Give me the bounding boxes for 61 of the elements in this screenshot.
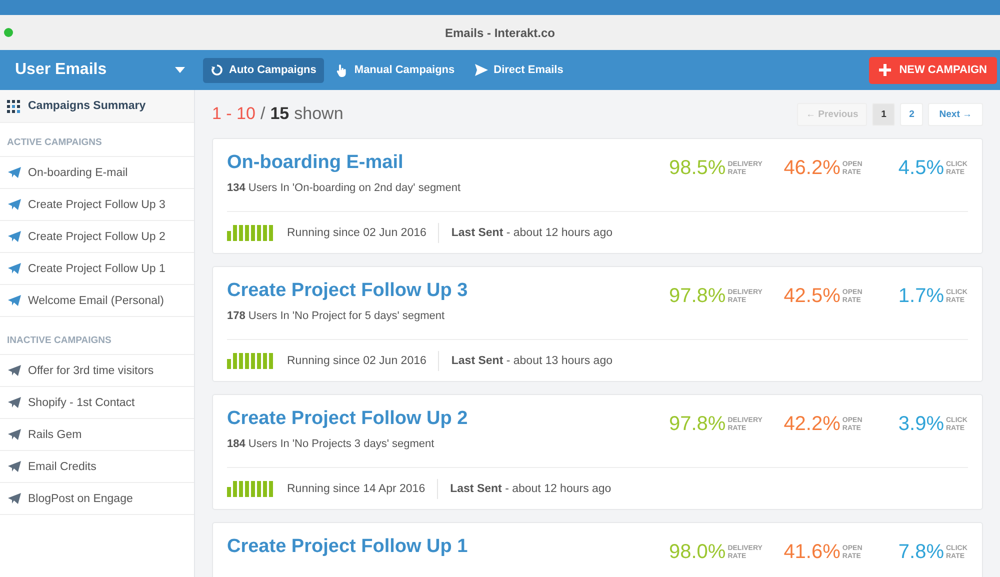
total-count: 15 [270, 104, 290, 124]
caret-icon[interactable] [175, 67, 185, 73]
activity-bars-icon [227, 353, 275, 369]
activity-bars-icon [227, 225, 275, 241]
campaign-title[interactable]: Create Project Follow Up 2 [227, 408, 468, 430]
nav-tab[interactable]: Direct Emails [466, 58, 572, 82]
section-heading: ACTIVE CAMPAIGNS [6, 137, 103, 150]
nav-tab[interactable]: Auto Campaigns [203, 58, 324, 82]
last-sent-text: Last Sent - about 12 hours ago [450, 483, 612, 495]
metric-value: 46.2% [784, 157, 840, 180]
last-sent-text: Last Sent - about 12 hours ago [451, 227, 612, 239]
sidebar-item[interactable]: Offer for 3rd time visitors [0, 354, 194, 386]
sidebar-item[interactable]: Email Credits [0, 450, 194, 482]
metric-value: 7.8% [898, 541, 944, 564]
nav-tab[interactable]: Manual Campaigns [328, 58, 463, 82]
shown-label: shown [294, 104, 344, 124]
running-since-text: Running since 14 Apr 2016 [287, 483, 426, 495]
separator-text: / [260, 104, 266, 124]
segment-text: 178 Users In 'No Project for 5 days' segment [227, 310, 446, 322]
metric-value: 98.5% [668, 157, 726, 180]
hand-pointer-icon [336, 64, 348, 76]
sidebar-item[interactable]: Shopify - 1st Contact [0, 386, 194, 418]
campaign-title[interactable]: Create Project Follow Up 3 [227, 280, 468, 302]
campaign-title[interactable]: Create Project Follow Up 1 [227, 536, 468, 558]
window-status-icon [4, 28, 13, 37]
running-since-text: Running since 02 Jun 2016 [287, 227, 426, 239]
send-icon [474, 64, 488, 76]
sidebar-item[interactable]: Create Project Follow Up 1 [0, 252, 194, 284]
metric-value: 1.7% [898, 285, 944, 308]
sidebar-item[interactable]: Create Project Follow Up 2 [0, 220, 194, 252]
sidebar-item[interactable]: On-boarding E-mail [0, 156, 194, 188]
last-sent-text: Last Sent - about 13 hours ago [451, 355, 612, 367]
metric-value: 4.5% [898, 157, 944, 180]
metric-value: 98.0% [668, 541, 726, 564]
plus-icon [879, 64, 892, 76]
range-text: 1 - 10 [212, 104, 256, 124]
sidebar-item[interactable]: Rails Gem [0, 418, 194, 450]
next-button[interactable]: Next → [928, 102, 983, 126]
campaign-title[interactable]: On-boarding E-mail [227, 152, 461, 174]
metric-value: 42.5% [784, 285, 840, 308]
metric-value: 97.8% [668, 413, 726, 436]
sidebar-item[interactable]: Welcome Email (Personal) [0, 284, 194, 317]
sidebar-item[interactable]: BlogPost on Engage [0, 482, 194, 515]
page-button[interactable]: 1 [872, 102, 896, 126]
segment-text: 184 Users In 'No Projects 3 days' segment [227, 438, 436, 450]
activity-bars-icon [227, 481, 275, 497]
section-heading: INACTIVE CAMPAIGNS [6, 335, 112, 348]
app-title: User Emails [15, 61, 107, 79]
grid-icon [7, 100, 20, 112]
metric-value: 97.8% [668, 285, 726, 308]
metric-value: 3.9% [898, 413, 944, 436]
refresh-icon [211, 64, 223, 76]
metric-value: 42.2% [784, 413, 840, 436]
new-campaign-button[interactable]: NEW CAMPAIGN [869, 56, 997, 84]
sidebar-item[interactable]: Create Project Follow Up 3 [0, 188, 194, 220]
page-button[interactable]: 2 [900, 102, 924, 126]
segment-text: 134 Users In 'On-boarding on 2nd day' segment [227, 182, 461, 194]
running-since-text: Running since 02 Jun 2016 [287, 355, 426, 367]
window-title: Emails - Interakt.co [444, 26, 556, 40]
sidebar-item[interactable]: Campaigns Summary [0, 90, 194, 123]
metric-value: 41.6% [784, 541, 840, 564]
